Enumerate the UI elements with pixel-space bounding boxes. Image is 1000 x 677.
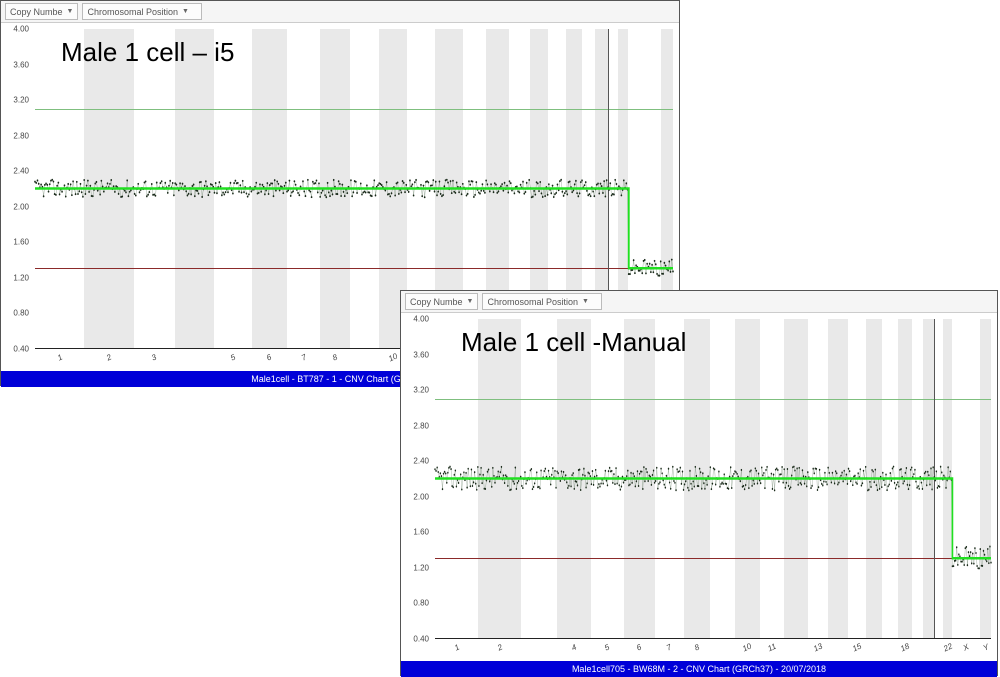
x-tick-label: 8	[331, 352, 339, 362]
y-tick-label: 4.00	[13, 25, 29, 34]
plot-region[interactable]: Male 1 cell -Manual	[435, 319, 991, 639]
x-tick-label: 4	[570, 642, 578, 652]
x-axis-dropdown[interactable]: Chromosomal Position ▼	[82, 3, 202, 20]
y-tick-label: 3.60	[413, 350, 429, 359]
x-tick-label: 1	[56, 352, 64, 362]
y-tick-label: 1.20	[413, 563, 429, 572]
y-tick-label: 0.40	[413, 635, 429, 644]
y-tick-label: 2.40	[413, 457, 429, 466]
y-tick-label: 1.20	[13, 273, 29, 282]
caret-down-icon: ▼	[67, 8, 74, 15]
x-tick-label: 11	[766, 642, 777, 654]
chart-title: Male 1 cell – i5	[61, 37, 234, 68]
caret-down-icon: ▼	[582, 298, 589, 305]
x-tick-label: 10	[741, 642, 753, 654]
y-axis-labels: 4.003.603.202.802.402.001.601.200.800.40	[1, 29, 31, 349]
y-tick-label: 0.40	[13, 345, 29, 354]
y-axis-dropdown-label: Copy Numbe	[410, 297, 463, 307]
y-axis-labels: 4.003.603.202.802.402.001.601.200.800.40	[401, 319, 431, 639]
x-tick-label: 7	[665, 642, 673, 652]
x-tick-label: 5	[603, 642, 611, 652]
x-tick-label: 2	[105, 352, 113, 362]
y-tick-label: 0.80	[13, 309, 29, 318]
x-tick-label: 1	[453, 642, 461, 652]
x-tick-label: 8	[693, 642, 701, 652]
toolbar: Copy Numbe ▼ Chromosomal Position ▼	[1, 1, 679, 23]
x-tick-label: 18	[899, 642, 911, 654]
y-axis-dropdown[interactable]: Copy Numbe ▼	[5, 3, 78, 20]
x-tick-label: 15	[851, 642, 863, 654]
x-tick-label: 22	[942, 642, 954, 654]
y-axis-dropdown-label: Copy Numbe	[10, 7, 63, 17]
x-tick-label: X	[962, 642, 971, 652]
x-tick-label: 13	[812, 642, 824, 654]
x-tick-label: 10	[387, 352, 399, 364]
x-axis-dropdown-label: Chromosomal Position	[87, 7, 178, 17]
x-tick-label: 7	[300, 352, 308, 362]
y-tick-label: 3.20	[13, 96, 29, 105]
x-axis-dropdown-label: Chromosomal Position	[487, 297, 578, 307]
x-axis-labels: 1 2 4 5 6 7 8 10 11 13 15 18 22 XY	[435, 643, 991, 657]
x-tick-label: 3	[150, 352, 158, 362]
chart-footer: Male1cell705 - BW68M - 2 - CNV Chart (GR…	[401, 661, 997, 677]
data-trace	[435, 319, 991, 638]
caret-down-icon: ▼	[182, 8, 189, 15]
y-tick-label: 3.20	[413, 386, 429, 395]
x-tick-label: 2	[496, 642, 504, 652]
y-tick-label: 1.60	[13, 238, 29, 247]
y-tick-label: 4.00	[413, 315, 429, 324]
caret-down-icon: ▼	[467, 298, 474, 305]
y-tick-label: 2.40	[13, 167, 29, 176]
x-tick-label: 6	[266, 352, 274, 362]
y-tick-label: 3.60	[13, 60, 29, 69]
chart-area: 4.00 3.60 3.20 2.80 2.40 2.00 1.60 1.20 0.80 0.40…	[401, 313, 997, 661]
x-tick-label: 5	[229, 352, 237, 362]
y-tick-label: 0.80	[413, 599, 429, 608]
y-tick-label: 1.60	[413, 528, 429, 537]
chart-title: Male 1 cell -Manual	[461, 327, 686, 358]
y-tick-label: 2.80	[413, 421, 429, 430]
y-tick-label: 2.00	[13, 202, 29, 211]
toolbar: Copy Numbe ▼ Chromosomal Position ▼	[401, 291, 997, 313]
x-tick-label: 6	[635, 642, 643, 652]
y-axis-dropdown[interactable]: Copy Numbe ▼	[405, 293, 478, 310]
y-tick-label: 2.80	[13, 131, 29, 140]
x-axis-dropdown[interactable]: Chromosomal Position ▼	[482, 293, 602, 310]
y-tick-label: 2.00	[413, 492, 429, 501]
cnv-window-manual: Copy Numbe ▼ Chromosomal Position ▼ 4.00…	[400, 290, 998, 676]
x-tick-label: Y	[981, 642, 990, 652]
